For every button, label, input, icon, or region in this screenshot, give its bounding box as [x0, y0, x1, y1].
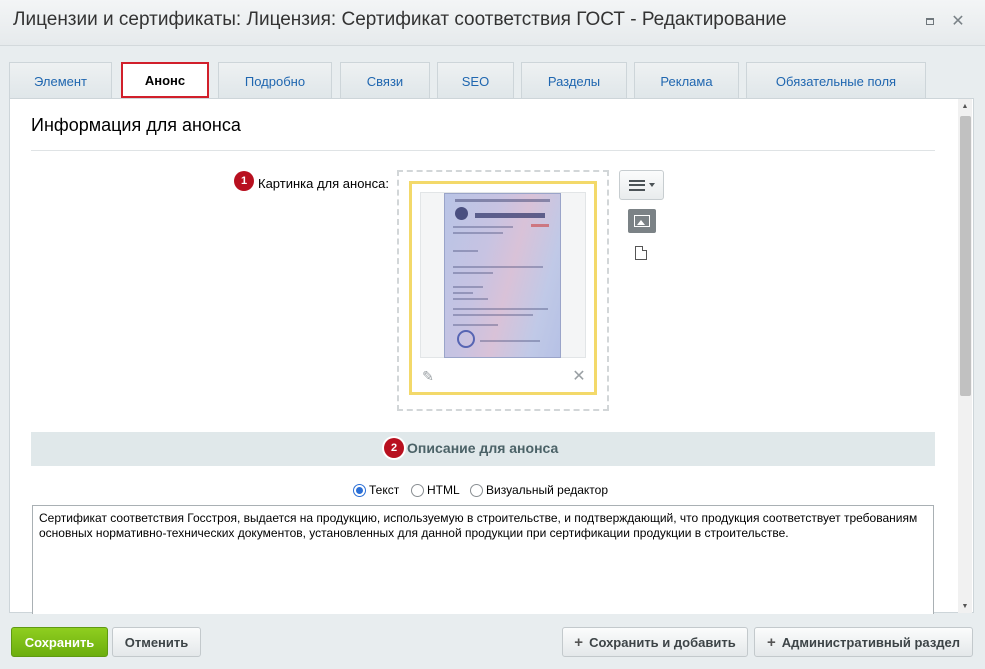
radio-button[interactable] — [353, 483, 366, 497]
radio-text[interactable]: Текст — [353, 483, 399, 497]
save-button[interactable]: Сохранить — [11, 627, 108, 657]
admin-section-button[interactable]: + Административный раздел — [754, 627, 973, 657]
step-badge-1: 1 — [234, 171, 254, 191]
edit-icon[interactable]: ✎ — [420, 368, 436, 384]
certificate-thumbnail[interactable] — [444, 193, 561, 358]
tab-announce[interactable]: Анонс — [121, 62, 209, 98]
image-icon[interactable] — [628, 209, 656, 233]
radio-html-label: HTML — [427, 483, 460, 497]
remove-icon[interactable]: ✕ — [571, 368, 587, 385]
window-title: Лицензии и сертификаты: Лицензия: Сертиф… — [13, 9, 787, 30]
tab-element[interactable]: Элемент — [9, 62, 112, 99]
tab-sections[interactable]: Разделы — [521, 62, 627, 99]
radio-text-label: Текст — [369, 483, 400, 497]
save-and-add-label: Сохранить и добавить — [589, 634, 736, 650]
preview-image-label: Картинка для анонса: — [258, 176, 389, 191]
radio-visual-editor[interactable]: Визуальный редактор — [470, 483, 608, 497]
plus-icon: + — [766, 633, 776, 651]
tab-advertising[interactable]: Реклама — [634, 62, 739, 99]
radio-button[interactable] — [411, 483, 424, 497]
file-icon[interactable] — [635, 246, 647, 260]
cancel-button[interactable]: Отменить — [112, 627, 201, 657]
description-textarea[interactable]: Сертификат соответствия Госстроя, выдает… — [32, 505, 934, 625]
scroll-up-icon[interactable]: ▲ — [958, 99, 972, 113]
scroll-thumb[interactable] — [960, 116, 971, 396]
maximize-icon[interactable] — [921, 12, 939, 30]
description-title: Описание для анонса — [407, 440, 559, 456]
close-icon[interactable]: ✕ — [949, 12, 967, 30]
section-title: Информация для анонса — [31, 115, 241, 135]
tab-required-fields[interactable]: Обязательные поля — [746, 62, 926, 99]
tab-details[interactable]: Подробно — [218, 62, 332, 99]
chevron-down-icon — [648, 183, 655, 187]
admin-section-label: Административный раздел — [781, 634, 961, 650]
radio-button[interactable] — [470, 483, 483, 497]
plus-icon: + — [574, 633, 584, 651]
tab-links[interactable]: Связи — [340, 62, 430, 99]
section-divider — [31, 150, 935, 151]
scroll-down-icon[interactable]: ▼ — [958, 599, 972, 613]
tab-seo[interactable]: SEO — [437, 62, 514, 99]
save-and-add-button[interactable]: + Сохранить и добавить — [562, 627, 748, 657]
radio-html[interactable]: HTML — [411, 483, 460, 497]
vertical-scrollbar[interactable]: ▲ ▼ — [958, 99, 972, 613]
step-badge-2: 2 — [384, 438, 404, 458]
menu-icon — [628, 179, 645, 191]
radio-visual-label: Визуальный редактор — [486, 483, 609, 497]
window-titlebar: Лицензии и сертификаты: Лицензия: Сертиф… — [0, 0, 985, 46]
image-menu-button[interactable] — [619, 170, 664, 200]
